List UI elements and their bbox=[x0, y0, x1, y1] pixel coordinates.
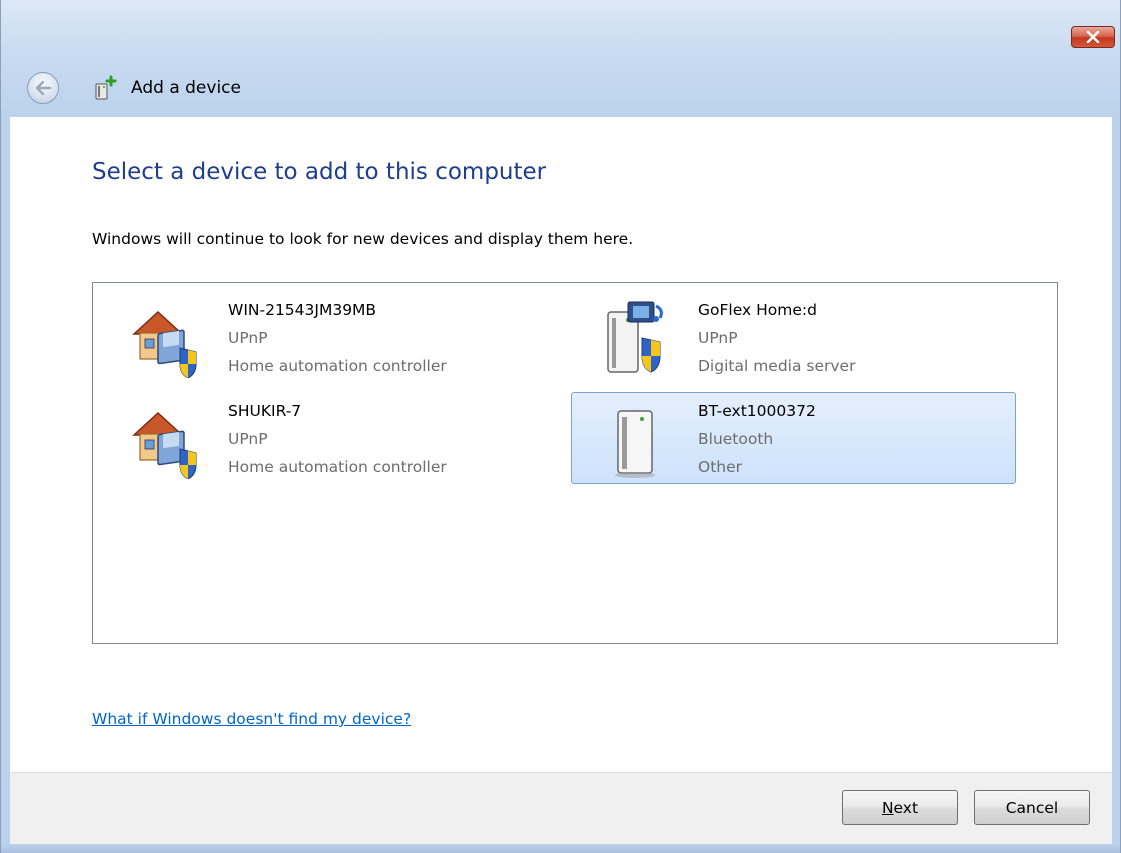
content-area: Select a device to add to this computer … bbox=[10, 117, 1112, 772]
device-type: Bluetooth bbox=[698, 430, 774, 448]
device-item-win-21543jm39mb[interactable]: WIN-21543JM39MB UPnP Home automation con… bbox=[101, 291, 546, 383]
home-automation-icon bbox=[132, 411, 197, 479]
next-button[interactable]: Next bbox=[842, 790, 958, 825]
close-icon bbox=[1086, 31, 1100, 43]
instruction-text: Windows will continue to look for new de… bbox=[92, 230, 634, 248]
device-list: WIN-21543JM39MB UPnP Home automation con… bbox=[92, 282, 1058, 644]
generic-device-icon bbox=[615, 410, 655, 478]
device-category: Digital media server bbox=[698, 357, 856, 375]
device-type: UPnP bbox=[228, 329, 268, 347]
close-button[interactable] bbox=[1071, 26, 1115, 48]
device-name: BT-ext1000372 bbox=[698, 402, 816, 420]
device-name: SHUKIR-7 bbox=[228, 402, 302, 420]
page-heading: Select a device to add to this computer bbox=[92, 159, 547, 185]
device-category: Home automation controller bbox=[228, 458, 447, 476]
device-item-goflex-home[interactable]: GoFlex Home:d UPnP Digital media server bbox=[571, 291, 1016, 383]
help-link[interactable]: What if Windows doesn't find my device? bbox=[92, 710, 411, 728]
add-device-window: Add a device Select a device to add to t… bbox=[0, 0, 1121, 853]
home-automation-icon bbox=[132, 310, 197, 378]
device-item-shukir-7[interactable]: SHUKIR-7 UPnP Home automation controller bbox=[101, 392, 546, 484]
cancel-button[interactable]: Cancel bbox=[974, 790, 1090, 825]
device-type: UPnP bbox=[698, 329, 738, 347]
next-label: ext bbox=[893, 798, 919, 817]
window-title: Add a device bbox=[131, 78, 241, 98]
media-server-icon bbox=[607, 301, 663, 373]
device-name: GoFlex Home:d bbox=[698, 301, 817, 319]
title-bar bbox=[1, 0, 1120, 60]
back-arrow-icon bbox=[35, 80, 52, 96]
window-frame-bottom bbox=[1, 844, 1120, 853]
navigation-bar: Add a device bbox=[1, 60, 1120, 116]
back-button[interactable] bbox=[27, 72, 59, 104]
device-type: UPnP bbox=[228, 430, 268, 448]
button-bar: Next Cancel bbox=[10, 772, 1112, 844]
next-mnemonic: N bbox=[881, 798, 894, 817]
device-category: Other bbox=[698, 458, 743, 476]
device-name: WIN-21543JM39MB bbox=[228, 301, 377, 319]
device-item-bt-ext1000372[interactable]: BT-ext1000372 Bluetooth Other bbox=[571, 392, 1016, 484]
add-device-icon bbox=[95, 75, 117, 100]
device-category: Home automation controller bbox=[228, 357, 447, 375]
